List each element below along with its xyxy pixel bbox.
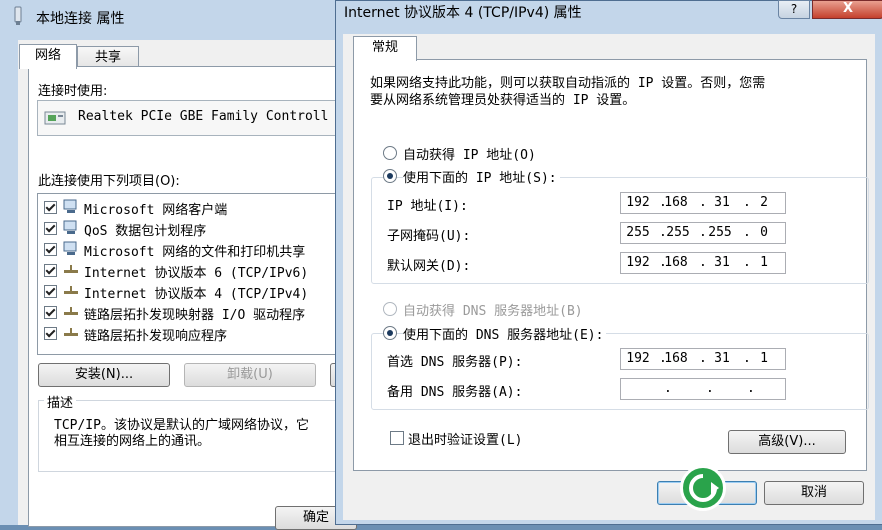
manual-ip-radio[interactable] <box>383 169 397 183</box>
item-checkbox[interactable] <box>44 306 57 319</box>
manual-dns-radio[interactable] <box>383 326 397 340</box>
manual-dns-label[interactable]: 使用下面的 DNS 服务器地址(E): <box>403 324 607 343</box>
item-label: Internet 协议版本 6 (TCP/IPv6) <box>84 266 309 281</box>
item-label: QoS 数据包计划程序 <box>84 224 207 239</box>
auto-ip-label[interactable]: 自动获得 IP 地址(O) <box>403 144 536 163</box>
protocol-icon <box>62 263 80 281</box>
file-share-icon <box>62 240 80 262</box>
auto-dns-label[interactable]: 自动获得 DNS 服务器地址(B) <box>403 300 583 319</box>
item-label: 链路层拓扑发现映射器 I/O 驱动程序 <box>84 308 306 323</box>
ip-octet: 1 <box>760 255 768 270</box>
item-checkbox[interactable] <box>44 222 57 235</box>
protocol-icon <box>62 284 80 302</box>
adapter-name: Realtek PCIe GBE Family Controll <box>78 109 329 124</box>
item-checkbox[interactable] <box>44 201 57 214</box>
preferred-dns-label: 首选 DNS 服务器(P): <box>387 355 523 370</box>
alternate-dns-field[interactable]: . . . <box>620 378 786 400</box>
network-adapter-icon <box>8 6 28 26</box>
protocol-icon <box>62 326 80 344</box>
items-label: 此连接使用下列项目(O): <box>38 174 180 189</box>
window-title: 本地连接 属性 <box>36 11 125 27</box>
watermark-logo-icon <box>680 465 726 511</box>
ip-octet: 168 <box>664 255 688 270</box>
auto-ip-radio[interactable] <box>383 146 397 160</box>
manual-ip-label[interactable]: 使用下面的 IP 地址(S): <box>403 167 560 186</box>
item-checkbox[interactable] <box>44 327 57 340</box>
window-title: Internet 协议版本 4 (TCP/IPv4) 属性 <box>344 5 582 21</box>
subnet-mask-label: 子网掩码(U): <box>387 229 471 244</box>
item-label: Microsoft 网络的文件和打印机共享 <box>84 245 306 260</box>
ip-octet: 31 <box>714 195 730 210</box>
ip-octet: 255 <box>666 225 690 240</box>
connect-using-label: 连接时使用: <box>38 84 108 99</box>
client-icon <box>62 198 80 220</box>
tab-network[interactable]: 网络 <box>19 44 77 69</box>
uninstall-button[interactable]: 卸载(U) <box>184 363 316 387</box>
item-checkbox[interactable] <box>44 243 57 256</box>
ip-octet: 192 <box>626 255 650 270</box>
ip-octet: 2 <box>760 195 768 210</box>
cancel-button[interactable]: 取消 <box>764 481 864 505</box>
preferred-dns-field[interactable]: 192. 168. 31. 1 <box>620 348 786 370</box>
item-label: Microsoft 网络客户端 <box>84 203 228 218</box>
ip-octet: 192 <box>626 195 650 210</box>
ip-address-field[interactable]: 192. 168. 31. 2 <box>620 192 786 214</box>
item-label: 链路层拓扑发现响应程序 <box>84 329 228 344</box>
tab-general[interactable]: 常规 <box>353 36 417 61</box>
item-checkbox[interactable] <box>44 264 57 277</box>
network-card-icon <box>44 109 66 131</box>
ip-octet: 255 <box>708 225 732 240</box>
validate-label[interactable]: 退出时验证设置(L) <box>408 429 522 448</box>
gateway-field[interactable]: 192. 168. 31. 1 <box>620 252 786 274</box>
ip-octet: 31 <box>714 255 730 270</box>
gateway-label: 默认网关(D): <box>387 259 471 274</box>
install-button[interactable]: 安装(N)... <box>38 363 170 387</box>
description-text-2: 相互连接的网络上的通讯。 <box>54 434 211 449</box>
subnet-mask-field[interactable]: 255. 255. 255. 0 <box>620 222 786 244</box>
item-label: Internet 协议版本 4 (TCP/IPv4) <box>84 287 309 302</box>
ip-octet: 31 <box>714 351 730 366</box>
item-checkbox[interactable] <box>44 285 57 298</box>
ip-octet: 1 <box>760 351 768 366</box>
protocol-icon <box>62 305 80 323</box>
help-button[interactable]: ? <box>778 0 810 19</box>
description-title: 描述 <box>44 392 77 411</box>
ip-octet: 168 <box>664 195 688 210</box>
auto-dns-radio[interactable] <box>383 302 397 316</box>
advanced-button[interactable]: 高级(V)... <box>728 430 846 454</box>
qos-icon <box>62 219 80 241</box>
ip-octet: 0 <box>760 225 768 240</box>
items-list: Microsoft 网络客户端 QoS 数据包计划程序 Microsoft 网络… <box>37 193 347 355</box>
ip-address-label: IP 地址(I): <box>387 199 468 214</box>
ip-octet: 168 <box>664 351 688 366</box>
close-button[interactable]: X <box>812 0 882 19</box>
ip-octet: 192 <box>626 351 650 366</box>
validate-checkbox[interactable] <box>390 431 404 445</box>
alternate-dns-label: 备用 DNS 服务器(A): <box>387 385 523 400</box>
ip-octet: 255 <box>626 225 650 240</box>
adapter-box: Realtek PCIe GBE Family Controll <box>37 100 347 136</box>
intro-line-2: 要从网络系统管理员处获得适当的 IP 设置。 <box>370 93 636 108</box>
